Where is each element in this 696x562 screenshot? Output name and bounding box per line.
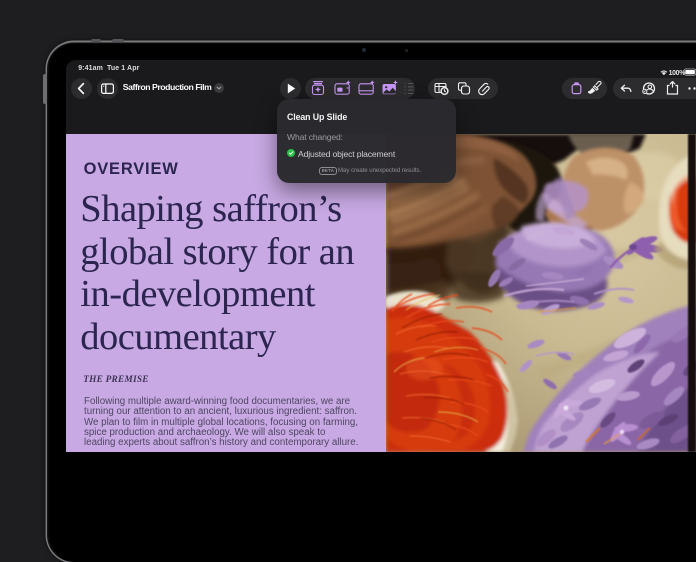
svg-text:100%: 100%	[668, 70, 685, 77]
